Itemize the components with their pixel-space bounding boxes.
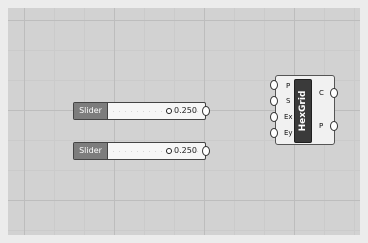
canvas-border-left: [0, 0, 8, 243]
input-grip-ey[interactable]: [270, 128, 278, 138]
hexgrid-component[interactable]: P S Ex Ey HexGrid C P: [275, 75, 335, 145]
slider-2-knob[interactable]: [166, 148, 172, 154]
slider-1-knob[interactable]: [166, 108, 172, 114]
slider-1-label: Slider: [74, 103, 108, 119]
input-label-ey: Ey: [284, 129, 293, 137]
input-grip-p[interactable]: [270, 80, 278, 90]
slider-1-value: 0.250: [174, 106, 197, 115]
component-title[interactable]: HexGrid: [294, 79, 312, 143]
slider-1-track[interactable]: 0.250: [108, 103, 205, 119]
number-slider-2[interactable]: Slider 0.250: [73, 142, 206, 160]
number-slider-1[interactable]: Slider 0.250: [73, 102, 206, 120]
input-label-p: P: [286, 82, 291, 90]
output-grip-c[interactable]: [330, 88, 338, 98]
output-label-p: P: [319, 122, 324, 130]
slider-1-output-grip[interactable]: [202, 106, 210, 116]
slider-2-output-grip[interactable]: [202, 146, 210, 156]
output-grip-p[interactable]: [330, 121, 338, 131]
slider-2-value: 0.250: [174, 146, 197, 155]
component-title-text: HexGrid: [298, 90, 308, 132]
input-label-s: S: [286, 97, 291, 105]
canvas-border-right: [360, 0, 368, 243]
input-grip-s[interactable]: [270, 96, 278, 106]
canvas-border-bottom: [0, 235, 368, 243]
input-label-ex: Ex: [284, 113, 293, 121]
canvas-border-top: [0, 0, 368, 8]
slider-2-track[interactable]: 0.250: [108, 143, 205, 159]
grasshopper-canvas[interactable]: Slider 0.250 Slider 0.250 P S Ex Ey HexG…: [0, 0, 368, 243]
slider-2-label: Slider: [74, 143, 108, 159]
input-grip-ex[interactable]: [270, 112, 278, 122]
output-label-c: C: [319, 89, 324, 97]
